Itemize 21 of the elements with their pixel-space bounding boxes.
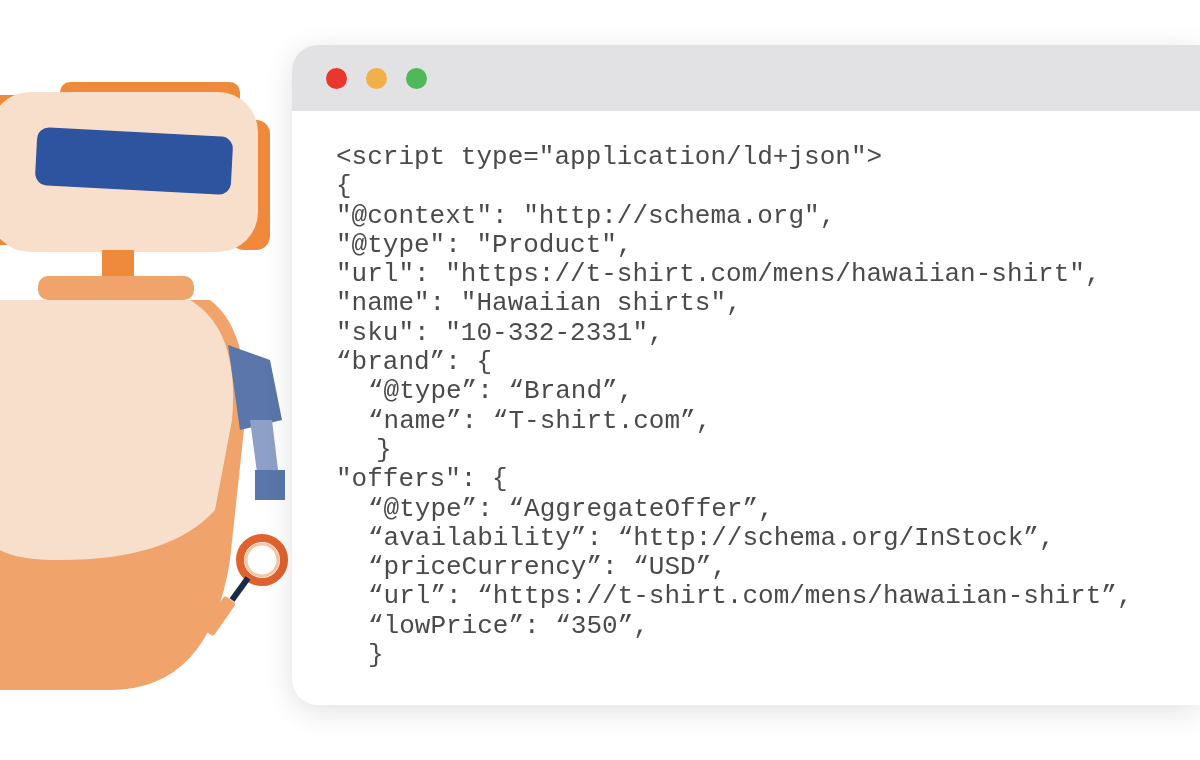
- window-control-dot[interactable]: [366, 67, 387, 89]
- code-line: "url": "https://t-shirt.com/mens/hawaiian-shirt",: [335, 260, 1101, 290]
- code-line: {: [335, 172, 352, 202]
- window-control-dot[interactable]: [326, 67, 347, 89]
- code-line: “availability”: “http://schema.org/InStock”,: [367, 523, 1055, 554]
- code-line: "@context": "http://schema.org",: [335, 201, 836, 231]
- code-line: "offers": {: [335, 465, 508, 495]
- code-line: “url”: “https://t-shirt.com/mens/hawaiian-shirt”,: [367, 582, 1133, 612]
- code-line: <script type="application/ld+json">: [335, 143, 883, 173]
- code-line: "@type": "Product",: [335, 230, 633, 261]
- code-line: “name”: “T-shirt.com”,: [367, 406, 712, 436]
- window-control-dot[interactable]: [406, 67, 427, 89]
- code-line: "sku": "10-332-2331",: [335, 318, 664, 349]
- code-line: “@type”: “Brand”,: [367, 377, 634, 407]
- code-line: “@type”: “AggregateOffer”,: [367, 494, 774, 524]
- code-line: "name": "Hawaiian shirts",: [335, 289, 742, 319]
- code-line: “priceCurrency”: “USD”,: [367, 553, 727, 583]
- code-line: “lowPrice”: “350”,: [367, 611, 649, 642]
- code-line: }: [367, 641, 384, 671]
- code-line: }: [375, 435, 392, 466]
- code-line: “brand”: {: [335, 348, 493, 378]
